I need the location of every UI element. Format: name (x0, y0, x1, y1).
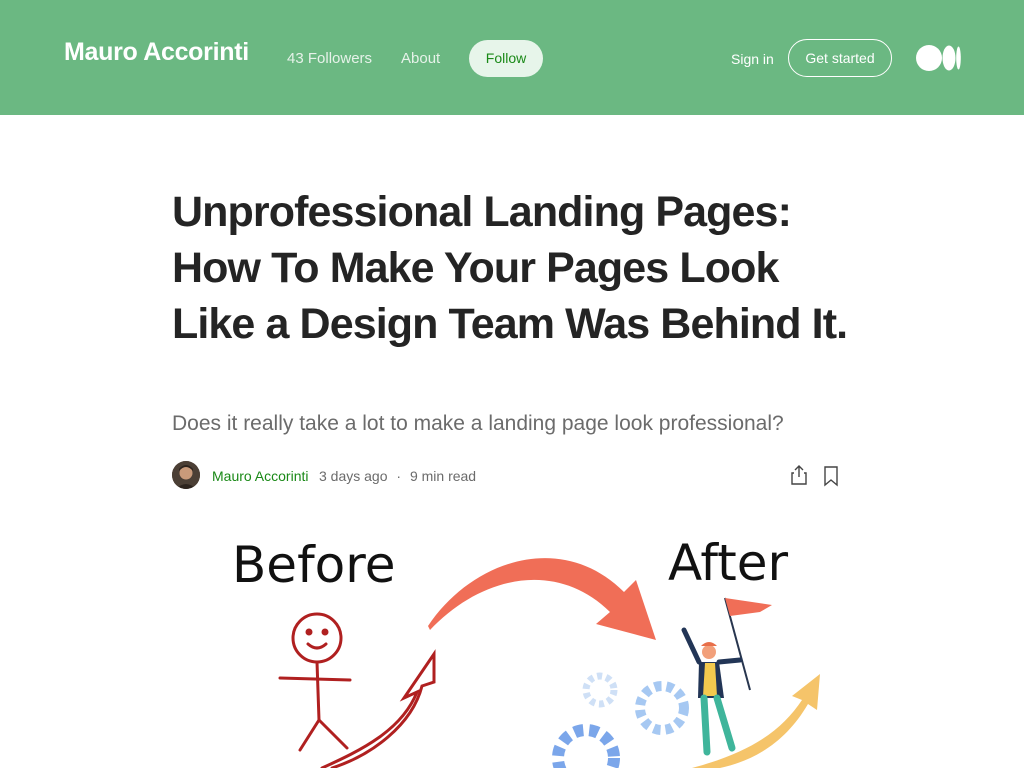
followers-count[interactable]: 43 Followers (287, 50, 372, 67)
medium-logo-icon[interactable] (916, 45, 962, 71)
author-name[interactable]: Mauro Accorinti (212, 468, 308, 484)
bookmark-icon[interactable] (822, 465, 840, 487)
before-label: Before (232, 536, 395, 594)
post-meta: 3 days ago · 9 min read (319, 468, 476, 484)
hero-illustration: Before After (232, 534, 820, 768)
meta-separator: · (396, 468, 402, 484)
publication-header: Mauro Accorinti 43 Followers About Follo… (0, 0, 1024, 115)
article-header: Unprofessional Landing Pages: How To Mak… (172, 184, 852, 352)
follow-button[interactable]: Follow (469, 40, 543, 77)
article-title: Unprofessional Landing Pages: How To Mak… (172, 188, 848, 348)
published-date: 3 days ago (319, 468, 388, 484)
get-started-button[interactable]: Get started (788, 39, 892, 77)
avatar[interactable] (172, 461, 200, 489)
after-label: After (668, 534, 789, 592)
curved-arrow-icon (428, 558, 656, 640)
share-icon[interactable] (788, 464, 810, 486)
stick-figure-icon (278, 612, 436, 768)
sign-in-link[interactable]: Sign in (731, 51, 774, 67)
gear-icon (552, 672, 689, 768)
about-link[interactable]: About (401, 50, 440, 67)
read-time: 9 min read (409, 468, 477, 484)
article-subtitle: Does it really take a lot to make a land… (172, 412, 784, 435)
publication-name[interactable]: Mauro Accorinti (64, 38, 249, 67)
success-person-icon (681, 597, 772, 756)
byline: Mauro Accorinti 3 days ago · 9 min read (172, 461, 852, 489)
